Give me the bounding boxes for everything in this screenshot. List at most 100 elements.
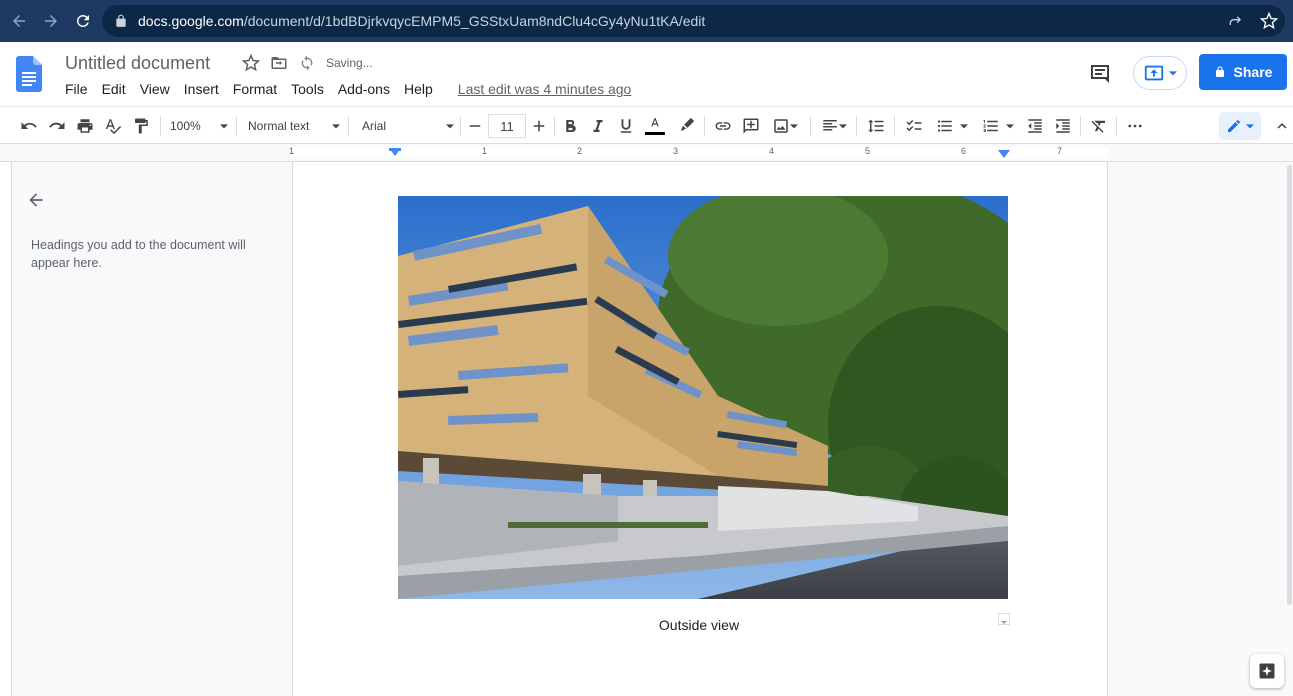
- address-bar[interactable]: docs.google.com/document/d/1bdBDjrkvqycE…: [102, 5, 1285, 37]
- decrease-font-size-button[interactable]: [466, 115, 484, 137]
- insert-link-button[interactable]: [712, 115, 734, 137]
- building-photo[interactable]: [398, 196, 1008, 599]
- menu-insert[interactable]: Insert: [177, 79, 226, 99]
- align-left-icon: [823, 120, 837, 131]
- menu-view[interactable]: View: [133, 79, 177, 99]
- right-margin-area: [1108, 162, 1293, 696]
- bulleted-list-button[interactable]: [932, 115, 972, 137]
- numbered-list-icon: [983, 120, 998, 132]
- zoom-value: 100%: [170, 119, 201, 133]
- back-nav-button[interactable]: [4, 6, 34, 36]
- menu-format[interactable]: Format: [226, 79, 284, 99]
- highlight-color-button[interactable]: [676, 115, 696, 137]
- decrease-indent-icon: [1028, 119, 1042, 133]
- font-size-input[interactable]: 11: [488, 114, 526, 138]
- ruler-number: 6: [961, 146, 967, 156]
- font-value: Arial: [362, 119, 387, 133]
- reload-button[interactable]: [68, 6, 98, 36]
- arrow-left-icon: [13, 15, 25, 27]
- sync-icon: [298, 54, 316, 72]
- explore-button[interactable]: [1250, 654, 1284, 688]
- vertical-scrollbar[interactable]: [1286, 165, 1293, 605]
- move-folder-icon[interactable]: [270, 54, 288, 72]
- present-button[interactable]: [1133, 56, 1187, 90]
- left-indent-marker-icon[interactable]: [389, 148, 401, 158]
- ruler-number: 1: [482, 146, 488, 156]
- menu-help[interactable]: Help: [397, 79, 440, 99]
- menu-addons[interactable]: Add-ons: [331, 79, 397, 99]
- increase-indent-button[interactable]: [1052, 115, 1074, 137]
- menu-file[interactable]: File: [58, 79, 95, 99]
- last-edit-link[interactable]: Last edit was 4 minutes ago: [458, 79, 632, 99]
- document-outline-panel: Headings you add to the document will ap…: [0, 162, 292, 696]
- forward-nav-button[interactable]: [36, 6, 66, 36]
- more-options-button[interactable]: [1124, 115, 1146, 137]
- numbered-list-button[interactable]: [978, 115, 1018, 137]
- arrow-right-icon: [45, 15, 57, 27]
- line-spacing-button[interactable]: [864, 115, 888, 137]
- image-caption[interactable]: Outside view: [293, 617, 1105, 633]
- paint-format-button[interactable]: [130, 115, 152, 137]
- style-select[interactable]: Normal text: [248, 115, 340, 137]
- underline-icon: [620, 119, 632, 133]
- right-indent-marker-icon[interactable]: [998, 150, 1010, 158]
- redo-icon: [49, 122, 65, 129]
- menu-tools[interactable]: Tools: [284, 79, 331, 99]
- bookmark-star-icon[interactable]: [1259, 11, 1279, 31]
- italic-button[interactable]: [588, 115, 608, 137]
- share-button[interactable]: Share: [1199, 54, 1287, 90]
- formatting-toolbar: 100% Normal text Arial 11: [0, 106, 1293, 144]
- ruler-number: 7: [1057, 146, 1063, 156]
- share-page-icon[interactable]: [1225, 11, 1245, 31]
- browser-bar: docs.google.com/document/d/1bdBDjrkvqycE…: [0, 0, 1293, 42]
- text-color-icon: [651, 118, 659, 127]
- checklist-icon: [906, 120, 922, 132]
- decrease-indent-button[interactable]: [1024, 115, 1046, 137]
- reload-icon: [76, 14, 89, 27]
- chevron-down-icon: [1246, 124, 1254, 129]
- image-options-dropdown[interactable]: [998, 613, 1010, 625]
- chevron-down-icon: [1169, 71, 1177, 76]
- spellcheck-button[interactable]: [102, 115, 124, 137]
- bold-icon: [566, 120, 576, 133]
- text-color-button[interactable]: [644, 115, 666, 137]
- checklist-button[interactable]: [902, 115, 926, 137]
- chevron-down-icon: [790, 124, 798, 129]
- underline-button[interactable]: [616, 115, 636, 137]
- redo-button[interactable]: [46, 115, 68, 137]
- star-icon[interactable]: [242, 54, 260, 72]
- add-comment-button[interactable]: [740, 115, 762, 137]
- ruler-number: 5: [865, 146, 871, 156]
- bold-button[interactable]: [560, 115, 580, 137]
- document-page[interactable]: Outside view: [292, 162, 1108, 696]
- docs-header: Untitled document Saving... File Edit Vi…: [0, 42, 1293, 106]
- zoom-select[interactable]: 100%: [170, 115, 228, 137]
- docs-logo-icon[interactable]: [16, 56, 42, 92]
- increase-font-size-button[interactable]: [530, 115, 548, 137]
- menu-edit[interactable]: Edit: [95, 79, 133, 99]
- more-horizontal-icon: [1128, 124, 1142, 128]
- hide-menus-button[interactable]: [1272, 115, 1292, 137]
- explore-star-icon: [1259, 663, 1275, 679]
- align-button[interactable]: [818, 115, 850, 137]
- share-label: Share: [1233, 64, 1273, 80]
- font-select[interactable]: Arial: [362, 115, 454, 137]
- comment-history-icon[interactable]: [1088, 62, 1112, 86]
- chevron-down-icon: [960, 124, 968, 129]
- spellcheck-icon: [105, 119, 122, 135]
- url-text: docs.google.com/document/d/1bdBDjrkvqycE…: [138, 13, 705, 29]
- bulleted-list-icon: [937, 120, 952, 132]
- lock-icon: [1215, 66, 1224, 77]
- insert-image-button[interactable]: [768, 115, 802, 137]
- document-title[interactable]: Untitled document: [65, 53, 210, 74]
- color-bar: [645, 132, 665, 135]
- clear-formatting-button[interactable]: [1088, 115, 1110, 137]
- horizontal-ruler[interactable]: 1 1 2 3 4 5 6 7: [0, 144, 1293, 162]
- saving-status: Saving...: [326, 56, 373, 70]
- undo-button[interactable]: [18, 115, 40, 137]
- close-outline-arrow-icon[interactable]: [26, 190, 46, 210]
- print-icon: [77, 119, 93, 133]
- print-button[interactable]: [74, 115, 96, 137]
- editing-mode-button[interactable]: [1219, 112, 1261, 140]
- lock-icon: [116, 14, 126, 27]
